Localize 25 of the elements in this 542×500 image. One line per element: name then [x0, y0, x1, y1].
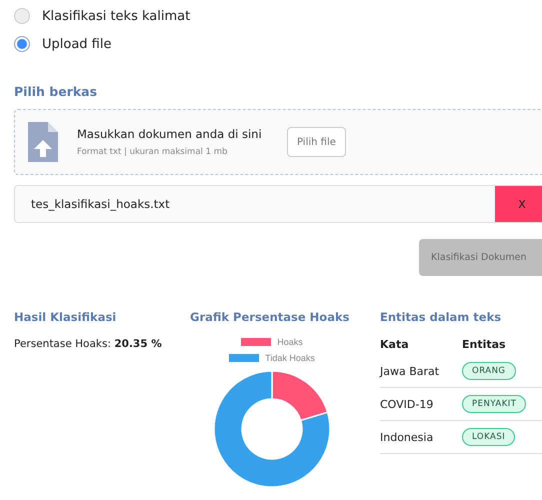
section-heading: Hasil Klasifikasi: [14, 310, 118, 324]
column-header: Kata: [380, 337, 410, 353]
table-cell: Jawa Barat: [380, 355, 462, 388]
submit-button[interactable]: Klasifikasi Dokumen: [419, 239, 542, 276]
table-cell: COVID-19: [380, 388, 462, 420]
legend-label: Tidak Hoaks: [265, 353, 315, 363]
file-field[interactable]: tes_klasifikasi_hoaks.txt X: [14, 185, 542, 223]
upload-prompt: Masukkan dokumen anda di sini: [77, 127, 263, 141]
section-heading: Grafik Persentase Hoaks: [190, 310, 350, 324]
radio-label: Upload file: [42, 36, 112, 52]
legend-label: Hoaks: [277, 337, 303, 347]
remove-button[interactable]: X: [495, 186, 542, 222]
section-heading: Entitas dalam teks: [380, 310, 502, 324]
table-cell: Indonesia: [380, 420, 462, 454]
upload-hint: Format txt | ukuran maksimal 1 mb: [77, 147, 228, 157]
entity-tag: PENYAKIT: [462, 395, 526, 413]
entity-tag: LOKASI: [462, 428, 516, 446]
entity-tag: ORANG: [462, 362, 516, 380]
upload-area[interactable]: Masukkan dokumen anda di sini Format txt | ukuran maksimal 1 mb Pilih file: [14, 109, 542, 175]
section-heading: Pilih berkas: [14, 84, 98, 99]
browse-button[interactable]: Pilih file: [287, 127, 346, 157]
column-header: Entitas: [462, 337, 507, 353]
file-name: tes_klasifikasi_hoaks.txt: [30, 197, 171, 211]
hoax-percentage: Persentase Hoaks: 20.35 %: [14, 338, 163, 350]
radio-label: Klasifikasi teks kalimat: [42, 8, 190, 24]
